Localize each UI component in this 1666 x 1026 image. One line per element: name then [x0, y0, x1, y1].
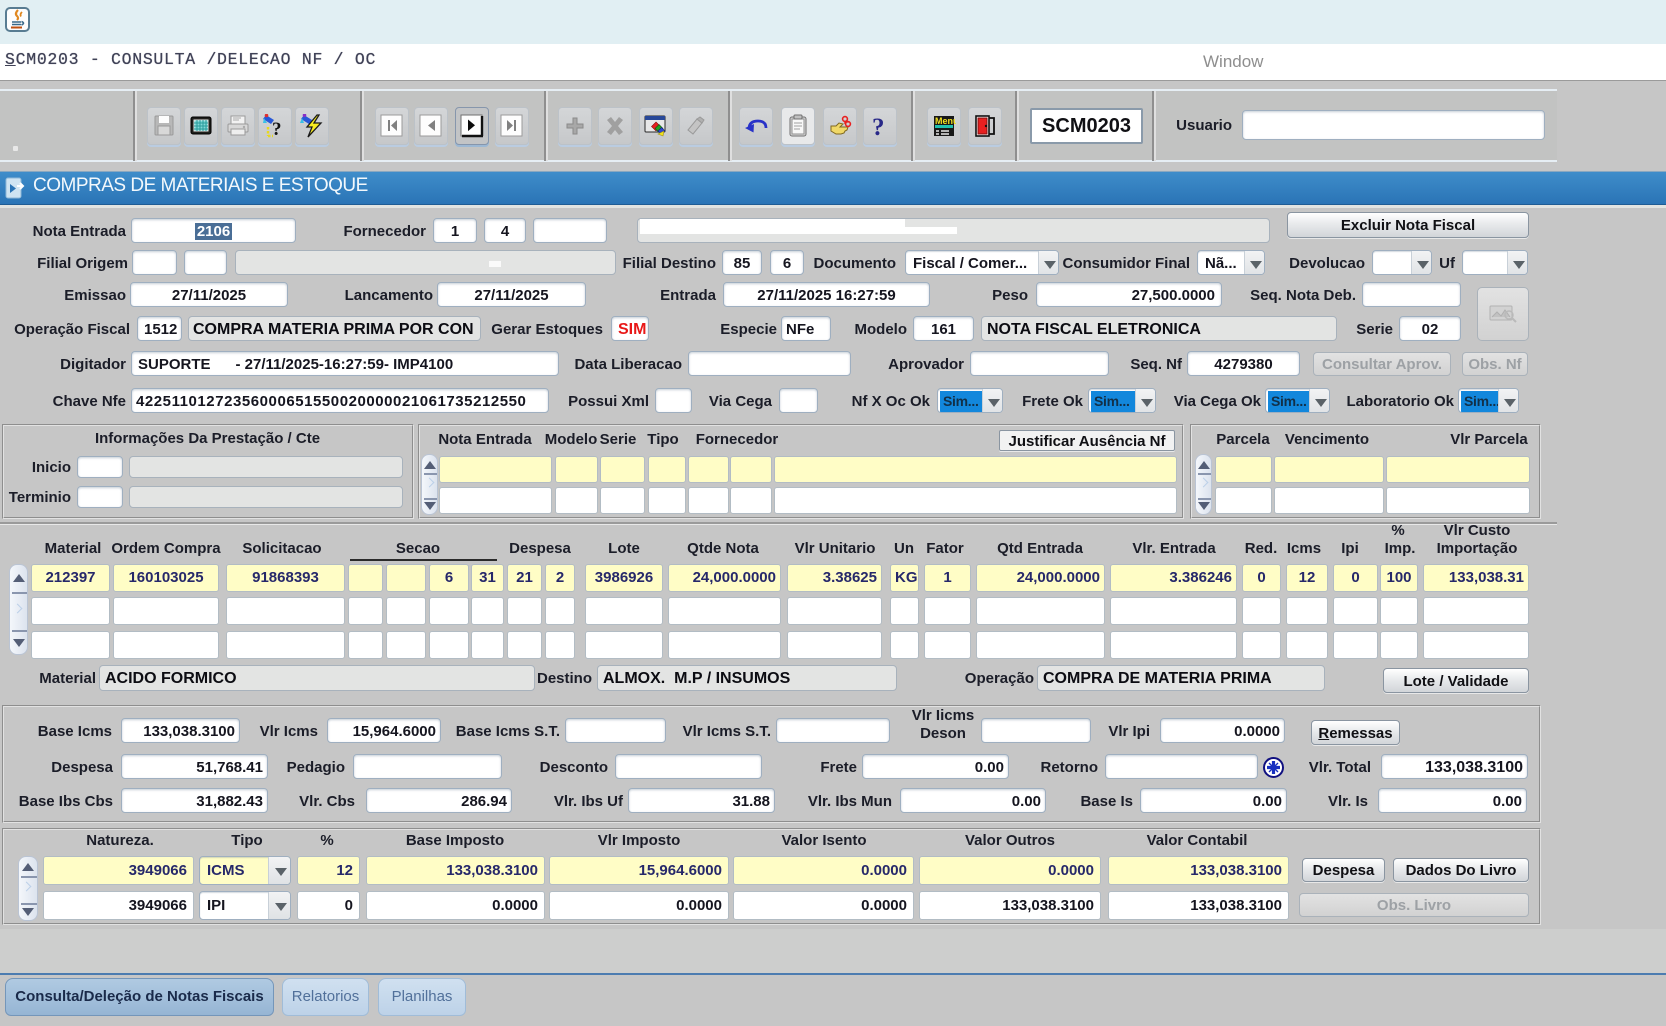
- svg-text:Menu: Menu: [935, 116, 956, 126]
- svg-text:?: ?: [272, 119, 282, 138]
- svg-text:?: ?: [872, 114, 885, 138]
